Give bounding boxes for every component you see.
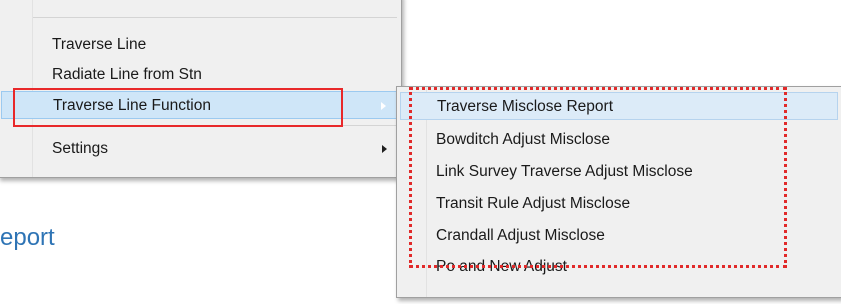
menu-item-label: Radiate Line from Stn — [52, 66, 202, 83]
menu-separator — [33, 17, 397, 18]
menu-item-radiate-line[interactable]: Radiate Line from Stn — [1, 61, 399, 89]
highlight-box-traverse-line-function — [13, 88, 343, 127]
menu-item-settings[interactable]: Settings — [1, 135, 399, 163]
submenu-arrow-icon — [381, 102, 386, 110]
menu-item-label: Traverse Line — [52, 36, 147, 53]
menu-item-label: Settings — [52, 140, 109, 157]
submenu-arrow-icon — [382, 145, 387, 153]
page-heading-fragment: eport — [0, 224, 55, 251]
highlight-box-submenu — [409, 87, 787, 268]
menu-item-traverse-line[interactable]: Traverse Line — [1, 31, 399, 59]
